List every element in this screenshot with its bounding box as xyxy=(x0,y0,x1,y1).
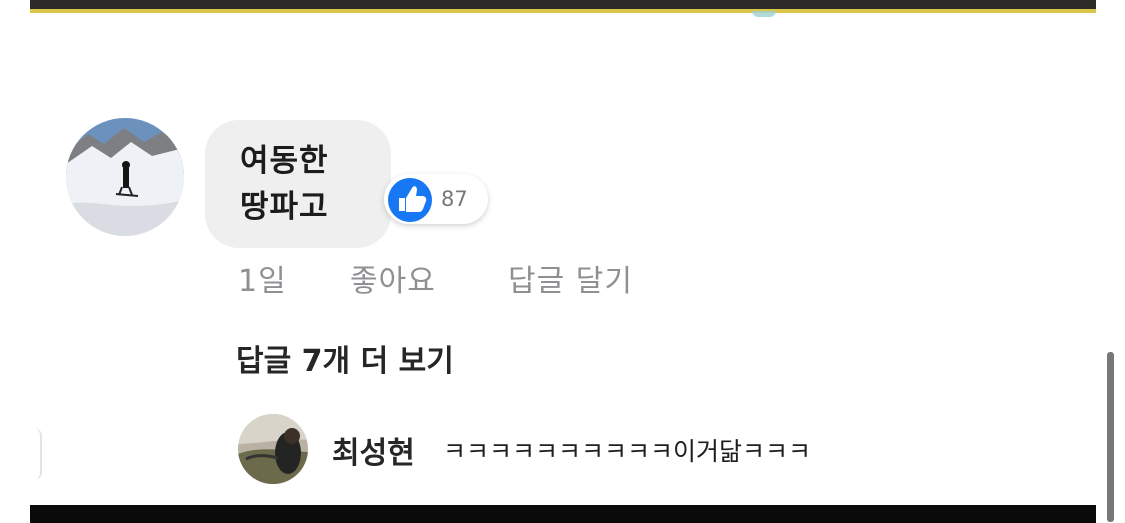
comment-time: 1일 xyxy=(238,264,287,299)
comment-author-avatar[interactable] xyxy=(66,118,184,236)
top-decorative-dot xyxy=(752,11,776,17)
outdoor-person-avatar-icon xyxy=(238,414,308,484)
scrollbar[interactable] xyxy=(1107,352,1114,522)
left-input-edge xyxy=(24,428,42,480)
view-more-replies-button[interactable]: 답글 7개 더 보기 xyxy=(236,336,454,380)
reply-button[interactable]: 답글 달기 xyxy=(508,256,633,300)
top-yellow-strip xyxy=(30,9,1096,13)
reply-preview-text: ㅋㅋㅋㅋㅋㅋㅋㅋㅋㅋ이거닮ㅋㅋㅋ xyxy=(443,437,812,466)
reply-author-name[interactable]: 최성현 xyxy=(332,428,415,472)
like-button[interactable]: 좋아요 xyxy=(350,256,436,300)
comment-screenshot: 여동한 땅파고 87 1일 좋아요 답글 달기 답글 7개 더 보기 최성현 ㅋ… xyxy=(0,0,1125,523)
bottom-image-edge xyxy=(30,505,1096,523)
reaction-count: 87 xyxy=(441,187,468,211)
comment-text: 여동한 땅파고 xyxy=(240,143,329,225)
reply-author-avatar[interactable] xyxy=(238,414,308,484)
thumbs-up-icon[interactable] xyxy=(387,177,433,223)
snowy-mountain-avatar-icon xyxy=(66,118,184,236)
